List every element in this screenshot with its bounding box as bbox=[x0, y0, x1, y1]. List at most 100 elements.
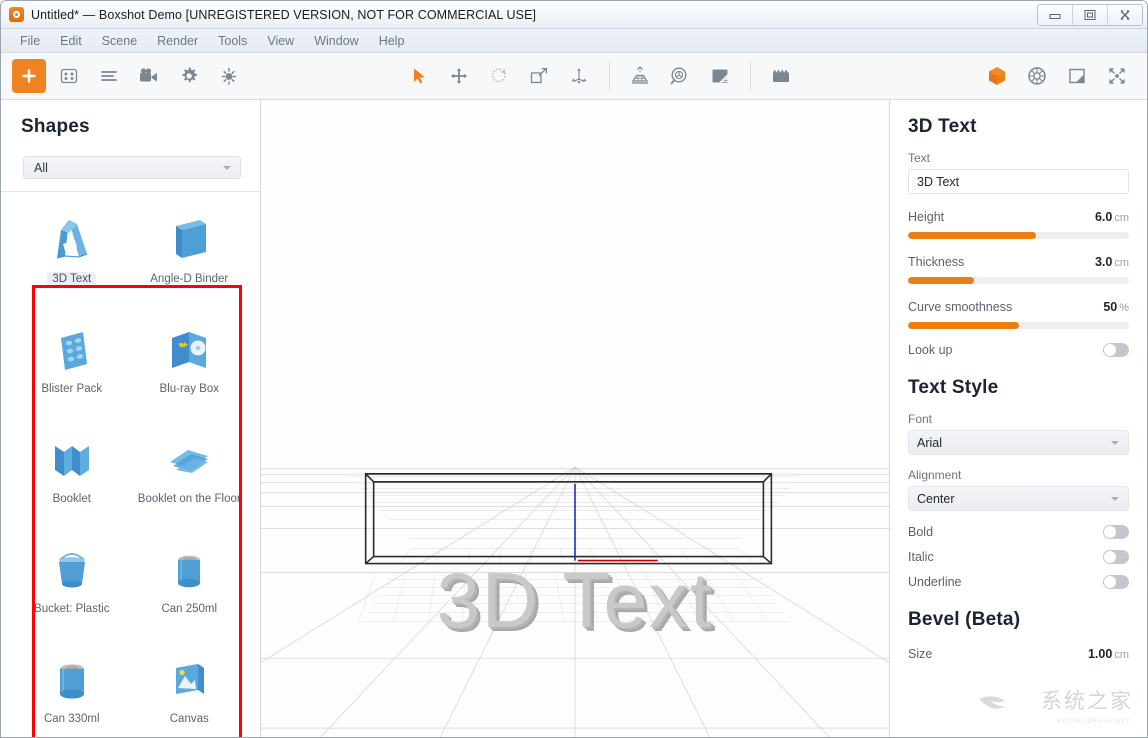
toolbar-separator-1 bbox=[609, 61, 610, 91]
thickness-slider[interactable] bbox=[908, 277, 1129, 284]
window-controls bbox=[1037, 4, 1143, 26]
booklet-thumb bbox=[41, 428, 103, 490]
sphere-icon bbox=[1028, 67, 1046, 85]
italic-toggle[interactable] bbox=[1103, 550, 1129, 564]
underline-row: Underline bbox=[908, 575, 1129, 589]
alignment-select[interactable]: Center bbox=[908, 486, 1129, 511]
transform-tool-button[interactable] bbox=[562, 59, 596, 93]
shape-item-can-250ml[interactable]: Can 250ml bbox=[131, 530, 249, 640]
toolbar-right-group bbox=[977, 59, 1137, 93]
add-shape-button[interactable] bbox=[12, 59, 46, 93]
material-button[interactable] bbox=[703, 59, 737, 93]
shapes-grid: 3D Text Angle-D Binder Blister Pack Blu-… bbox=[1, 192, 260, 737]
bold-label: Bold bbox=[908, 525, 934, 539]
shape-item-blister-pack[interactable]: Blister Pack bbox=[13, 310, 131, 420]
reflection-button[interactable] bbox=[623, 59, 657, 93]
height-slider[interactable] bbox=[908, 232, 1129, 239]
select-tool-button[interactable] bbox=[402, 59, 436, 93]
shapes-panel-button[interactable] bbox=[52, 59, 86, 93]
menu-bar: File Edit Scene Render Tools View Window… bbox=[1, 29, 1147, 53]
chevron-down-icon bbox=[1111, 497, 1119, 501]
maximize-button[interactable] bbox=[1073, 5, 1108, 25]
underline-label: Underline bbox=[908, 575, 962, 589]
text-style-title: Text Style bbox=[908, 377, 999, 398]
backdrop-icon bbox=[1069, 68, 1085, 84]
shapes-filter-select[interactable]: All bbox=[23, 156, 241, 179]
clapperboard-icon bbox=[773, 69, 789, 82]
gear-icon bbox=[182, 67, 198, 83]
shape-item-booklet[interactable]: Booklet bbox=[13, 420, 131, 530]
shape-label: Bucket: Plastic bbox=[34, 603, 110, 615]
toolbar-animation-group bbox=[761, 59, 801, 93]
scale-corner-icon bbox=[530, 67, 548, 84]
render-box-button[interactable] bbox=[980, 59, 1014, 93]
curve-smoothness-value-group: 50% bbox=[1103, 298, 1129, 316]
3d-viewport[interactable]: 3D Text bbox=[261, 100, 889, 737]
shape-item-blu-ray-box[interactable]: Blu-ray Box bbox=[131, 310, 249, 420]
curve-smoothness-label: Curve smoothness bbox=[908, 300, 1013, 314]
layers-button[interactable] bbox=[92, 59, 126, 93]
list-lines-icon bbox=[101, 71, 117, 81]
underline-toggle[interactable] bbox=[1103, 575, 1129, 589]
curve-smoothness-slider-fill bbox=[908, 322, 1019, 329]
globe-magnifier-icon bbox=[670, 67, 687, 85]
thickness-slider-fill bbox=[908, 277, 975, 284]
font-select[interactable]: Arial bbox=[908, 430, 1129, 455]
toolbar-separator-2 bbox=[750, 61, 751, 91]
shape-item-canvas[interactable]: Canvas bbox=[131, 640, 249, 737]
boxshot-app-icon bbox=[9, 7, 24, 22]
height-slider-fill bbox=[908, 232, 1037, 239]
minimize-icon bbox=[1049, 14, 1061, 19]
render-sphere-button[interactable] bbox=[1020, 59, 1054, 93]
menu-item-edit[interactable]: Edit bbox=[50, 32, 92, 50]
reflection-floor-icon bbox=[631, 66, 649, 84]
rotate-tool-button[interactable] bbox=[482, 59, 516, 93]
height-value-group: 6.0 cm bbox=[1095, 208, 1129, 226]
text-input[interactable]: 3D Text bbox=[908, 169, 1129, 194]
menu-item-render[interactable]: Render bbox=[147, 32, 208, 50]
fullscreen-button[interactable] bbox=[1100, 59, 1134, 93]
scale-tool-button[interactable] bbox=[522, 59, 556, 93]
expand-arrows-icon bbox=[1109, 68, 1125, 84]
italic-row: Italic bbox=[908, 550, 1129, 564]
shape-item-can-330ml[interactable]: Can 330ml bbox=[13, 640, 131, 737]
height-label: Height bbox=[908, 210, 945, 224]
settings-button[interactable] bbox=[172, 59, 206, 93]
alignment-value: Center bbox=[917, 491, 955, 506]
curve-smoothness-row: Curve smoothness 50% bbox=[908, 298, 1129, 316]
close-button[interactable] bbox=[1108, 5, 1142, 25]
lighting-button[interactable] bbox=[212, 59, 246, 93]
maximize-icon bbox=[1084, 10, 1096, 20]
shape-item-angle-d-binder[interactable]: Angle-D Binder bbox=[131, 200, 249, 310]
curve-smoothness-slider[interactable] bbox=[908, 322, 1129, 329]
shapes-panel-title: Shapes bbox=[21, 116, 90, 137]
animation-button[interactable] bbox=[764, 59, 798, 93]
light-bulb-icon bbox=[221, 67, 237, 85]
bevel-title: Bevel (Beta) bbox=[908, 609, 1021, 630]
menu-item-view[interactable]: View bbox=[257, 32, 304, 50]
environment-button[interactable] bbox=[663, 59, 697, 93]
camera-button[interactable] bbox=[132, 59, 166, 93]
shape-item-bucket-plastic[interactable]: Bucket: Plastic bbox=[13, 530, 131, 640]
move-tool-button[interactable] bbox=[442, 59, 476, 93]
menu-item-tools[interactable]: Tools bbox=[208, 32, 257, 50]
menu-item-scene[interactable]: Scene bbox=[92, 32, 147, 50]
orange-cube-icon bbox=[989, 67, 1005, 85]
backdrop-button[interactable] bbox=[1060, 59, 1094, 93]
italic-label: Italic bbox=[908, 550, 934, 564]
menu-item-file[interactable]: File bbox=[10, 32, 50, 50]
shape-item-booklet-on-the-floor[interactable]: Booklet on the Floor bbox=[131, 420, 249, 530]
bold-row: Bold bbox=[908, 525, 1129, 539]
minimize-button[interactable] bbox=[1038, 5, 1073, 25]
shape-item-3d-text[interactable]: 3D Text bbox=[13, 200, 131, 310]
blister-pack-thumb bbox=[41, 318, 103, 380]
look-up-toggle[interactable] bbox=[1103, 343, 1129, 357]
canvas-thumb bbox=[158, 648, 220, 710]
menu-item-help[interactable]: Help bbox=[369, 32, 415, 50]
window-title: Untitled* — Boxshot Demo [UNREGISTERED V… bbox=[31, 7, 537, 22]
shapes-grid-icon bbox=[60, 68, 78, 84]
boxshot-application-window: Untitled* — Boxshot Demo [UNREGISTERED V… bbox=[0, 0, 1148, 738]
menu-item-window[interactable]: Window bbox=[304, 32, 368, 50]
alignment-label: Alignment bbox=[908, 468, 962, 482]
bold-toggle[interactable] bbox=[1103, 525, 1129, 539]
